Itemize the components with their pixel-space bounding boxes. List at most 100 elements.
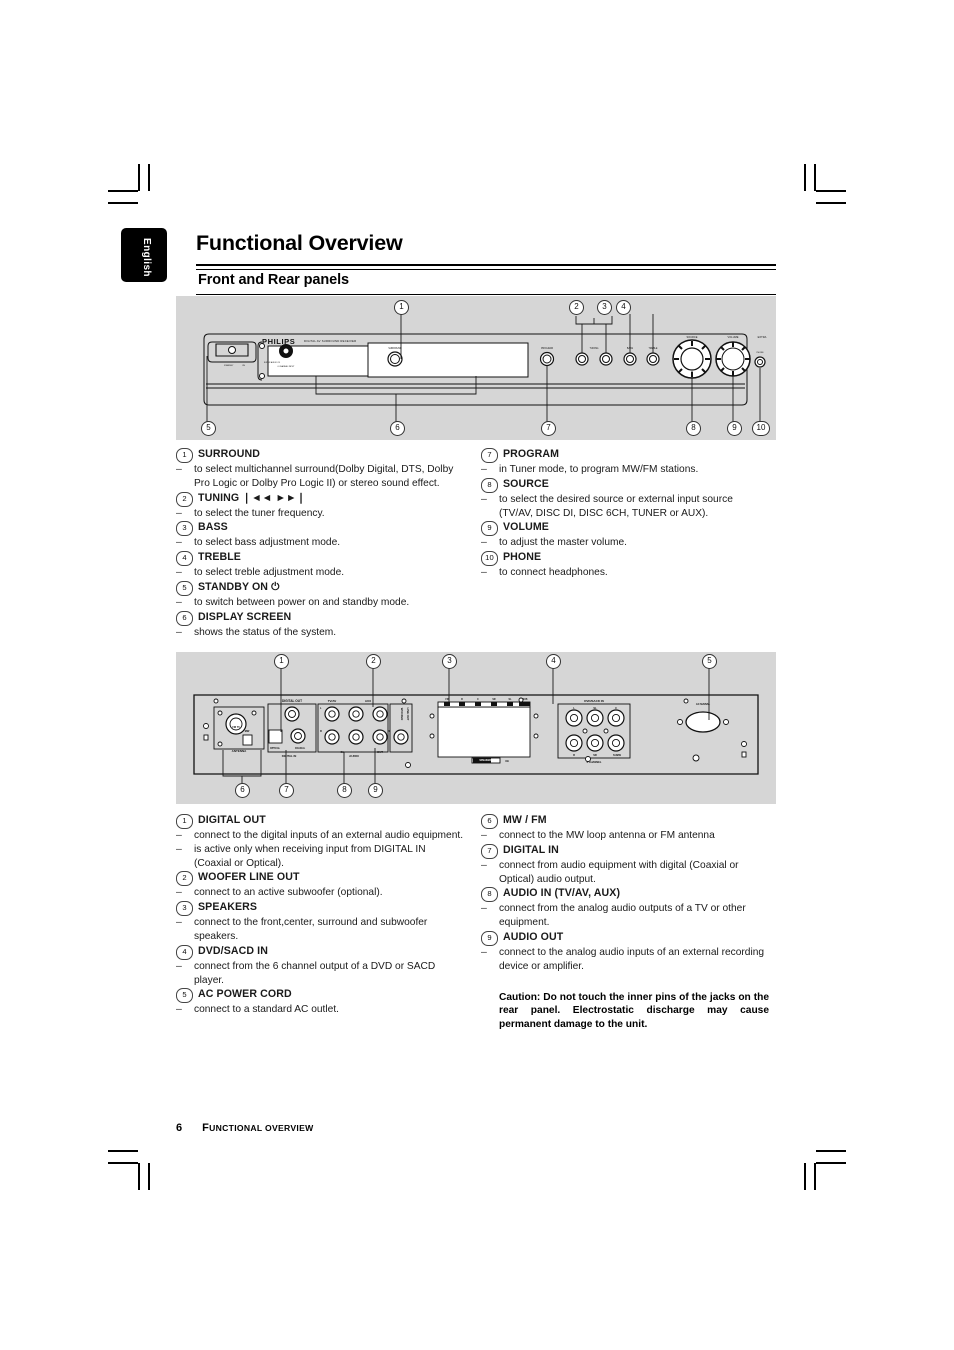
bullet-text: connect from audio equipment with digita…: [499, 859, 739, 885]
front-callout-10: 10: [752, 421, 770, 436]
description-entry-number: 1: [176, 814, 193, 829]
footer-title-smallcaps: UNCTIONAL OVERVIEW: [209, 1123, 314, 1133]
bullet-text: to switch between power on and standby m…: [194, 596, 410, 608]
bullet-dash: –: [481, 566, 487, 579]
description-entry-number: 4: [176, 551, 193, 567]
front-panel-drawing: PHILIPS DIGITAL AV SURROUND RECEIVER SUP…: [203, 308, 767, 424]
bullet-text: to select the desired source or external…: [499, 493, 733, 519]
bullet-text: shows the status of the system.: [194, 626, 337, 638]
svg-text:SR: SR: [593, 753, 597, 757]
description-entry-number: 4: [176, 944, 193, 960]
description-entry: 4 TREBLE – to select treble adjustment mode…: [176, 550, 464, 580]
description-entry-number: 9: [481, 930, 498, 946]
description-entry-heading: 1 SURROUND: [176, 447, 464, 463]
bullet-text: in Tuner mode, to program MW/FM stations…: [499, 464, 699, 475]
description-bullet: – to switch between power on and standby …: [176, 596, 464, 610]
rear-callout-5: 5: [702, 654, 717, 669]
bullet-dash: –: [176, 595, 182, 608]
caution-note: Caution: Do not touch the inner pins of …: [499, 991, 769, 1031]
svg-text:SURROUND: SURROUND: [388, 348, 402, 350]
svg-text:STANDBY: STANDBY: [224, 364, 234, 367]
description-entry: 2 WOOFER LINE OUT – connect to an active su…: [176, 870, 464, 900]
description-bullet: – to select the tuner frequency.: [176, 507, 464, 521]
bullet-text: to select bass adjustment mode.: [194, 537, 341, 549]
bullet-dash: –: [176, 536, 182, 549]
rear-callout-3: 3: [442, 654, 457, 669]
bullet-text: connect to the digital inputs of an exte…: [194, 830, 464, 841]
description-entry-number: 6: [176, 610, 193, 626]
description-entry-heading: 9 VOLUME: [481, 520, 769, 537]
bullet-dash: –: [176, 506, 182, 519]
front-callout-8: 8: [686, 421, 701, 436]
language-tab-label: English: [141, 238, 152, 277]
svg-text:ON: ON: [242, 365, 246, 367]
crop-mark-top-right: [800, 160, 846, 206]
description-bullet: – to select treble adjustment mode.: [176, 566, 464, 580]
description-entry-title: SURROUND: [198, 448, 261, 460]
svg-text:AUDIO: AUDIO: [349, 754, 359, 758]
description-entry: 5 STANDBY ON ⏻ – to switch between power on…: [176, 580, 464, 610]
bullet-dash: –: [176, 886, 182, 899]
description-entry: 10 PHONE – to connect headphones.: [481, 550, 769, 580]
title-rule-thin: [196, 268, 776, 270]
description-entry: 9 AUDIO OUT – connect to the analog audio i…: [481, 930, 769, 974]
description-entry: 3 BASS – to select bass adjustment mode.: [176, 520, 464, 550]
svg-text:ANTENNA: ANTENNA: [232, 749, 247, 753]
description-entry: 4 DVD/SACD IN – connect from the 6 channel …: [176, 944, 464, 988]
svg-text:8Ω: 8Ω: [505, 760, 508, 763]
bullet-text: to adjust the master volume.: [499, 537, 627, 549]
description-bullet: – is active only when receiving input fro…: [176, 843, 464, 871]
description-entry-title: DVD/SACD IN: [198, 944, 268, 957]
description-entry-title: WOOFER LINE OUT: [198, 871, 300, 884]
description-entry-heading: 2 TUNING ❘◄◄ ►►❘: [176, 491, 464, 507]
language-tab: English: [121, 228, 167, 282]
description-entry-number: 1: [176, 448, 193, 463]
svg-text:PROGRAM: PROGRAM: [541, 347, 553, 350]
description-entry-heading: 2 WOOFER LINE OUT: [176, 870, 464, 887]
front-callout-1: 1: [394, 300, 409, 315]
bullet-dash: –: [176, 1003, 182, 1016]
description-entry: 5 AC POWER CORD – connect to a standard AC …: [176, 987, 464, 1017]
svg-text:FM 75: FM 75: [232, 725, 240, 729]
bullet-dash: –: [481, 829, 487, 841]
bullet-text: to connect headphones.: [499, 567, 608, 579]
description-entry-heading: 3 BASS: [176, 520, 464, 537]
description-entry-heading: 6 DISPLAY SCREEN: [176, 610, 464, 626]
description-entry-heading: 9 AUDIO OUT: [481, 930, 769, 946]
description-entry: 6 DISPLAY SCREEN – shows the status of the …: [176, 610, 464, 640]
svg-text:VOLUME: VOLUME: [728, 335, 739, 339]
bullet-text: connect to the front,center, surround an…: [194, 917, 428, 942]
svg-text:DIGITAL IN: DIGITAL IN: [282, 754, 297, 758]
description-entry-title: MW / FM: [503, 814, 547, 826]
description-entry: 3 SPEAKERS – connect to the front,center, s…: [176, 900, 464, 944]
svg-text:L: L: [320, 706, 322, 710]
description-entry: 7 PROGRAM – in Tuner mode, to program MW/FM…: [481, 447, 769, 477]
description-entry-title: BASS: [198, 521, 228, 534]
svg-text:C: C: [615, 706, 617, 710]
front-callout-7: 7: [541, 421, 556, 436]
front-callout-4: 4: [616, 300, 631, 315]
description-entry-number: 3: [176, 901, 193, 917]
bullet-text: connect to a standard AC outlet.: [194, 1004, 339, 1016]
svg-text:SL: SL: [509, 699, 513, 701]
description-entry-title: DIGITAL OUT: [198, 814, 266, 826]
page-number: 6: [176, 1122, 183, 1134]
svg-text:PHONE: PHONE: [756, 352, 764, 354]
description-entry-number: 9: [481, 521, 498, 537]
description-entry-heading: 8 SOURCE: [481, 477, 769, 493]
svg-text:IN: IN: [341, 750, 344, 754]
description-bullet: – to select the desired source or externa…: [481, 493, 769, 521]
description-bullet: – to adjust the master volume.: [481, 536, 769, 550]
front-panel-figure: PHILIPS DIGITAL AV SURROUND RECEIVER SUP…: [176, 296, 776, 440]
description-entry-number: 7: [481, 448, 498, 463]
bullet-dash: –: [481, 492, 487, 505]
page-footer: 6 FUNCTIONAL OVERVIEW: [176, 1122, 314, 1134]
description-bullet: – connect to the digital inputs of an ext…: [176, 829, 464, 843]
description-entry-heading: 10 PHONE: [481, 550, 769, 567]
bullet-text: connect from the analog audio outputs of…: [499, 903, 746, 929]
bullet-text: is active only when receiving input from…: [194, 843, 426, 869]
description-entry-heading: 1 DIGITAL OUT: [176, 813, 464, 829]
description-entry-number: 8: [481, 477, 498, 493]
svg-text:TUNING: TUNING: [590, 348, 599, 350]
bullet-text: connect to the analog audio inputs of an…: [499, 946, 765, 972]
